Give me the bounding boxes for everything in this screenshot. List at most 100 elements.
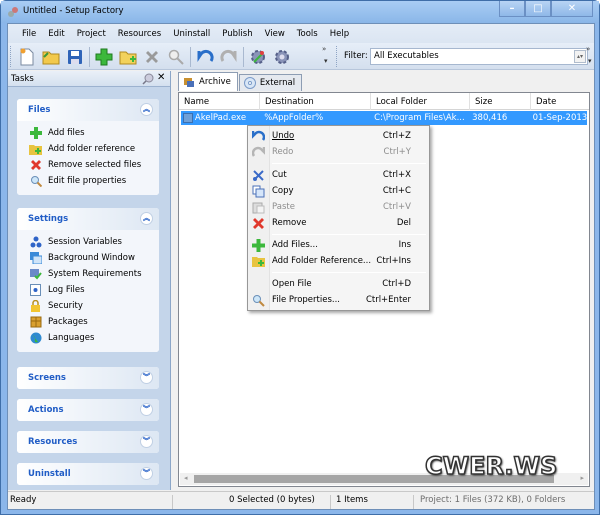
task-background-window[interactable]: Background Window	[17, 250, 159, 266]
task-session-variables[interactable]: Session Variables	[17, 234, 159, 250]
filter-overflow-button[interactable]: »	[586, 45, 590, 53]
undo-button[interactable]	[194, 46, 216, 68]
expand-chevron-icon[interactable]: ︾	[140, 435, 153, 448]
toolbar-grip[interactable]	[10, 46, 13, 67]
redo-button[interactable]	[218, 46, 240, 68]
save-project-button[interactable]	[64, 46, 86, 68]
redo-icon	[252, 146, 265, 157]
undo-icon	[197, 49, 214, 62]
filter-spin-button[interactable]: ▴▾	[574, 50, 586, 63]
menu-edit[interactable]: Edit	[42, 29, 70, 39]
tab-external[interactable]: External	[238, 74, 303, 91]
menu-item-file-properties[interactable]: File Properties... Ctrl+Enter	[250, 292, 427, 308]
remove-button[interactable]	[141, 46, 163, 68]
scroll-right-arrow[interactable]: ▸	[580, 474, 584, 482]
task-languages[interactable]: Languages	[17, 330, 159, 346]
menu-item-shortcut: Ctrl+X	[382, 170, 411, 180]
task-log-files[interactable]: Log Files	[17, 282, 159, 298]
settings-button[interactable]	[271, 46, 293, 68]
task-group-title: Actions	[28, 405, 64, 415]
task-system-requirements[interactable]: System Requirements	[17, 266, 159, 282]
close-button[interactable]: ✕	[551, 1, 593, 17]
task-group-resources[interactable]: Resources ︾	[17, 431, 159, 453]
open-project-button[interactable]	[40, 46, 62, 68]
menu-item-add-files[interactable]: Add Files... Ins	[250, 237, 427, 253]
menu-tools[interactable]: Tools	[291, 29, 324, 39]
menu-item-redo[interactable]: Redo Ctrl+Y	[250, 144, 427, 160]
tasks-close-button[interactable]: ✕	[157, 72, 165, 83]
column-header-local-folder[interactable]: Local Folder	[371, 93, 470, 110]
filter-value: All Executables	[374, 51, 439, 61]
task-group-title: Screens	[28, 373, 66, 383]
add-folder-reference-button[interactable]	[117, 46, 139, 68]
menu-uninstall[interactable]: Uninstall	[167, 29, 216, 39]
menu-item-label: Paste	[272, 202, 295, 212]
expand-chevron-icon[interactable]: ︾	[140, 403, 153, 416]
maximize-button[interactable]: □	[525, 1, 551, 17]
menu-item-copy[interactable]: Copy Ctrl+C	[250, 183, 427, 199]
menu-bar: File Edit Project Resources Uninstall Pu…	[8, 24, 594, 43]
tab-archive[interactable]: Archive	[178, 72, 238, 91]
table-row[interactable]: AkelPad.exe %AppFolder% C:\Program Files…	[181, 111, 587, 125]
folder-add-icon	[29, 145, 42, 155]
task-edit-file-properties[interactable]: Edit file properties	[17, 173, 159, 189]
column-header-name[interactable]: Name	[179, 93, 260, 110]
paste-icon	[252, 202, 265, 214]
x-icon	[146, 51, 158, 63]
task-packages[interactable]: Packages	[17, 314, 159, 330]
toolbar-overflow-button[interactable]: »	[322, 45, 326, 53]
column-header-size[interactable]: Size	[470, 93, 531, 110]
menu-help[interactable]: Help	[324, 29, 355, 39]
task-remove-selected-files[interactable]: Remove selected files	[17, 157, 159, 173]
status-divider	[413, 495, 414, 509]
menu-view[interactable]: View	[259, 29, 291, 39]
globe-icon	[30, 332, 41, 344]
menu-item-paste[interactable]: Paste Ctrl+V	[250, 199, 427, 215]
task-security[interactable]: Security	[17, 298, 159, 314]
menu-item-undo[interactable]: Undo Ctrl+Z	[250, 128, 427, 144]
toolbar-dropdown-arrow[interactable]: ▾	[324, 57, 328, 65]
menu-resources[interactable]: Resources	[112, 29, 167, 39]
title-bar: Untitled - Setup Factory – □ ✕	[1, 1, 599, 23]
system-requirements-icon	[29, 269, 42, 280]
collapse-chevron-icon[interactable]: ︽	[140, 103, 153, 116]
build-button[interactable]	[247, 46, 269, 68]
menu-item-remove[interactable]: Remove Del	[250, 215, 427, 231]
task-add-files[interactable]: Add files	[17, 125, 159, 141]
task-group-screens[interactable]: Screens ︾	[17, 367, 159, 389]
task-group-files-header[interactable]: Files ︽	[17, 99, 159, 121]
expand-chevron-icon[interactable]: ︾	[140, 371, 153, 384]
collapse-chevron-icon[interactable]: ︽	[140, 212, 153, 225]
menu-item-add-folder-reference[interactable]: Add Folder Reference... Ctrl+Ins	[250, 253, 427, 269]
green-plus-icon	[252, 239, 265, 252]
task-add-folder-reference[interactable]: Add folder reference	[17, 141, 159, 157]
cd-icon	[243, 77, 256, 89]
status-ready: Ready	[10, 495, 37, 505]
status-divider	[172, 495, 173, 509]
task-group-actions[interactable]: Actions ︾	[17, 399, 159, 421]
properties-button[interactable]	[165, 46, 187, 68]
expand-chevron-icon[interactable]: ︾	[140, 467, 153, 480]
menu-file[interactable]: File	[16, 29, 42, 39]
menu-item-open-file[interactable]: Open File Ctrl+D	[250, 276, 427, 292]
undo-icon	[252, 130, 265, 141]
task-group-settings-header[interactable]: Settings ︽	[17, 208, 159, 230]
folder-add-icon	[119, 51, 137, 65]
task-group-uninstall[interactable]: Uninstall ︾	[17, 463, 159, 485]
column-header-date[interactable]: Date	[531, 93, 589, 110]
minimize-button[interactable]: –	[499, 1, 525, 17]
filter-toolbar-grip[interactable]	[336, 46, 339, 67]
filter-select[interactable]: All Executables ▴▾	[370, 48, 588, 65]
add-files-button[interactable]	[93, 46, 115, 68]
menu-item-cut[interactable]: Cut Ctrl+X	[250, 167, 427, 183]
new-project-button[interactable]	[16, 46, 38, 68]
column-header-destination[interactable]: Destination	[260, 93, 371, 110]
task-label: Languages	[48, 333, 95, 343]
pin-icon[interactable]	[142, 73, 154, 85]
menu-project[interactable]: Project	[71, 29, 112, 39]
menu-publish[interactable]: Publish	[216, 29, 258, 39]
filter-dropdown-arrow[interactable]: ▾	[588, 57, 592, 65]
scroll-left-arrow[interactable]: ◂	[184, 474, 188, 482]
task-label: Background Window	[48, 253, 135, 263]
cell-size: 380,416	[472, 113, 508, 123]
